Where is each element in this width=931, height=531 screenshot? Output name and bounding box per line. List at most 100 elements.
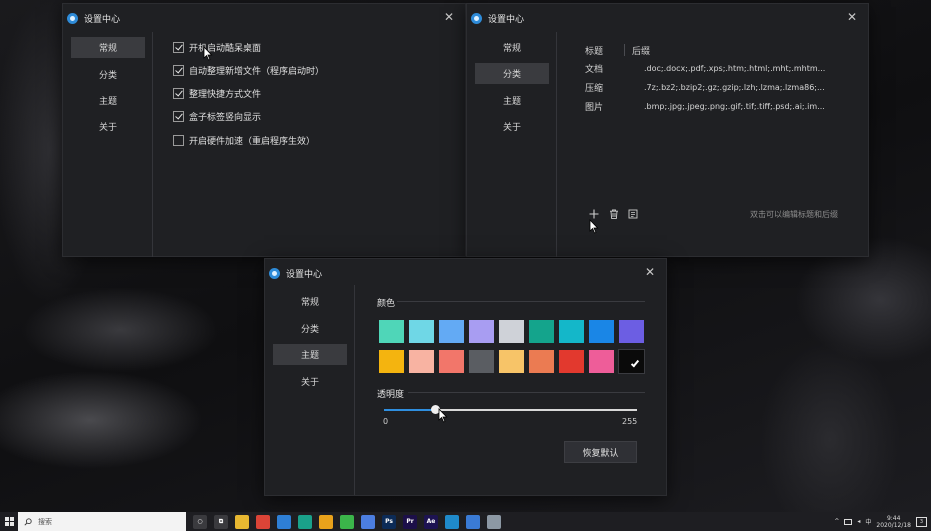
color-swatch[interactable] bbox=[469, 350, 494, 373]
color-swatch[interactable] bbox=[619, 320, 644, 343]
option-organize-shortcuts[interactable]: 整理快捷方式文件 bbox=[173, 86, 261, 100]
option-vertical-tabs[interactable]: 盒子标签竖向显示 bbox=[173, 109, 261, 123]
checkbox[interactable] bbox=[173, 64, 184, 76]
option-label: 盒子标签竖向显示 bbox=[189, 112, 262, 123]
taskbar-app-blue-icon[interactable] bbox=[466, 514, 480, 529]
color-swatch[interactable] bbox=[439, 350, 464, 373]
color-swatch[interactable] bbox=[559, 320, 584, 343]
taskbar-search-input[interactable]: 搜索 bbox=[18, 512, 186, 531]
checkbox[interactable] bbox=[173, 41, 184, 53]
taskbar-task-view-icon[interactable]: ○ bbox=[193, 514, 207, 529]
checkbox[interactable] bbox=[173, 87, 184, 99]
nav-item-general[interactable]: 常规 bbox=[475, 37, 549, 58]
color-section-title: 颜色 bbox=[377, 299, 396, 309]
table-row[interactable]: 图片 .bmp;.jpg;.jpeg;.png;.gif;.tif;.tiff;… bbox=[585, 97, 841, 115]
app-logo-icon bbox=[67, 12, 78, 24]
nav-item-general[interactable]: 常规 bbox=[71, 37, 145, 58]
taskbar-task-switch-icon[interactable]: ⧉ bbox=[214, 514, 228, 529]
taskbar-edge-old-icon[interactable] bbox=[277, 514, 291, 529]
nav-divider bbox=[354, 285, 355, 495]
app-logo-icon bbox=[269, 267, 280, 279]
input-method-icon[interactable]: 中 bbox=[865, 517, 871, 526]
volume-icon[interactable]: ◂ bbox=[857, 518, 860, 525]
checkbox[interactable] bbox=[173, 134, 184, 146]
taskbar-app-grey-icon[interactable] bbox=[487, 514, 501, 529]
nav-item-general[interactable]: 常规 bbox=[273, 291, 347, 312]
option-auto-organize[interactable]: 自动整理新增文件（程序启动时） bbox=[173, 63, 324, 77]
row-title: 文档 bbox=[585, 64, 604, 75]
color-swatch[interactable] bbox=[529, 350, 554, 373]
checkbox[interactable] bbox=[173, 110, 184, 122]
taskbar-explorer-icon[interactable] bbox=[235, 514, 249, 529]
taskbar-clock[interactable]: 9:44 2020/12/18 bbox=[876, 515, 911, 529]
nav-item-about[interactable]: 关于 bbox=[273, 371, 347, 392]
tray-expand-icon[interactable]: ^ bbox=[834, 518, 839, 525]
close-icon[interactable]: ✕ bbox=[441, 9, 457, 25]
row-title: 压缩 bbox=[585, 83, 604, 94]
color-swatch[interactable] bbox=[409, 350, 434, 373]
network-icon[interactable] bbox=[844, 518, 853, 525]
nav-item-theme[interactable]: 主题 bbox=[71, 90, 145, 111]
nav-item-category[interactable]: 分类 bbox=[273, 318, 347, 339]
color-swatch[interactable] bbox=[379, 320, 404, 343]
window-titlebar[interactable]: 设置中心 ✕ bbox=[63, 4, 465, 32]
pinned-apps: ○ ⧉ Ps Pr Ae bbox=[186, 514, 501, 529]
nav-item-category[interactable]: 分类 bbox=[71, 64, 145, 85]
color-swatch[interactable] bbox=[529, 320, 554, 343]
taskbar-chrome-2-icon[interactable] bbox=[319, 514, 333, 529]
taskbar-premiere-icon[interactable]: Pr bbox=[403, 514, 417, 529]
taskbar-wechat-icon[interactable] bbox=[340, 514, 354, 529]
taskbar-photoshop-icon[interactable]: Ps bbox=[382, 514, 396, 529]
trash-icon[interactable] bbox=[607, 207, 621, 221]
close-icon[interactable]: ✕ bbox=[642, 264, 658, 280]
taskbar-after-effects-icon[interactable]: Ae bbox=[424, 514, 438, 529]
taskbar-vs-code-icon[interactable] bbox=[445, 514, 459, 529]
nav-label: 关于 bbox=[502, 123, 521, 133]
color-swatch[interactable] bbox=[409, 320, 434, 343]
color-swatch[interactable] bbox=[379, 350, 404, 373]
reset-default-button[interactable]: 恢复默认 bbox=[564, 441, 637, 463]
nav-item-theme[interactable]: 主题 bbox=[273, 344, 347, 365]
opacity-slider[interactable] bbox=[384, 405, 637, 414]
taskbar-qq-drive-icon[interactable] bbox=[361, 514, 375, 529]
window-titlebar[interactable]: 设置中心 ✕ bbox=[467, 4, 868, 32]
row-extensions: .7z;.bz2;.bzip2;.gz;.gzip;.lzh;.lzma;.lz… bbox=[644, 82, 825, 92]
start-button[interactable] bbox=[0, 512, 18, 531]
color-swatch[interactable] bbox=[589, 350, 614, 373]
nav-divider bbox=[152, 32, 153, 257]
nav-item-theme[interactable]: 主题 bbox=[475, 90, 549, 111]
color-swatch[interactable] bbox=[469, 320, 494, 343]
close-icon[interactable]: ✕ bbox=[844, 9, 860, 25]
option-label: 开启硬件加速（重启程序生效） bbox=[189, 136, 316, 147]
nav-item-about[interactable]: 关于 bbox=[71, 116, 145, 137]
note-icon[interactable] bbox=[626, 207, 640, 221]
color-swatch[interactable] bbox=[499, 320, 524, 343]
system-tray: ^ ◂ 中 9:44 2020/12/18 3 bbox=[834, 512, 927, 531]
clock-time: 9:44 bbox=[886, 514, 901, 522]
taskbar-edge-icon[interactable] bbox=[298, 514, 312, 529]
opacity-min-label: 0 bbox=[383, 417, 389, 426]
notification-count: 3 bbox=[919, 518, 924, 525]
notification-icon[interactable]: 3 bbox=[916, 516, 927, 527]
color-swatch[interactable] bbox=[618, 349, 645, 374]
nav-label: 分类 bbox=[502, 70, 521, 80]
nav-item-about[interactable]: 关于 bbox=[475, 116, 549, 137]
search-icon bbox=[24, 517, 32, 526]
color-swatch[interactable] bbox=[439, 320, 464, 343]
taskbar-chrome-icon[interactable] bbox=[256, 514, 270, 529]
option-autostart[interactable]: 开机启动酷呆桌面 bbox=[173, 40, 261, 54]
option-hardware-accel[interactable]: 开启硬件加速（重启程序生效） bbox=[173, 133, 315, 147]
option-label: 整理快捷方式文件 bbox=[189, 89, 262, 100]
nav-label: 分类 bbox=[98, 71, 117, 81]
color-swatch[interactable] bbox=[559, 350, 584, 373]
window-titlebar[interactable]: 设置中心 ✕ bbox=[265, 259, 666, 287]
column-header-title: 标题 bbox=[585, 46, 604, 57]
nav-item-category[interactable]: 分类 bbox=[475, 63, 549, 84]
color-swatch[interactable] bbox=[499, 350, 524, 373]
color-swatch[interactable] bbox=[589, 320, 614, 343]
nav-label: 常规 bbox=[300, 298, 319, 308]
table-row[interactable]: 文档 .doc;.docx;.pdf;.xps;.htm;.html;.mht;… bbox=[585, 59, 841, 77]
window-title: 设置中心 bbox=[488, 14, 525, 25]
table-row[interactable]: 压缩 .7z;.bz2;.bzip2;.gz;.gzip;.lzh;.lzma;… bbox=[585, 78, 841, 96]
column-divider[interactable] bbox=[624, 44, 626, 56]
